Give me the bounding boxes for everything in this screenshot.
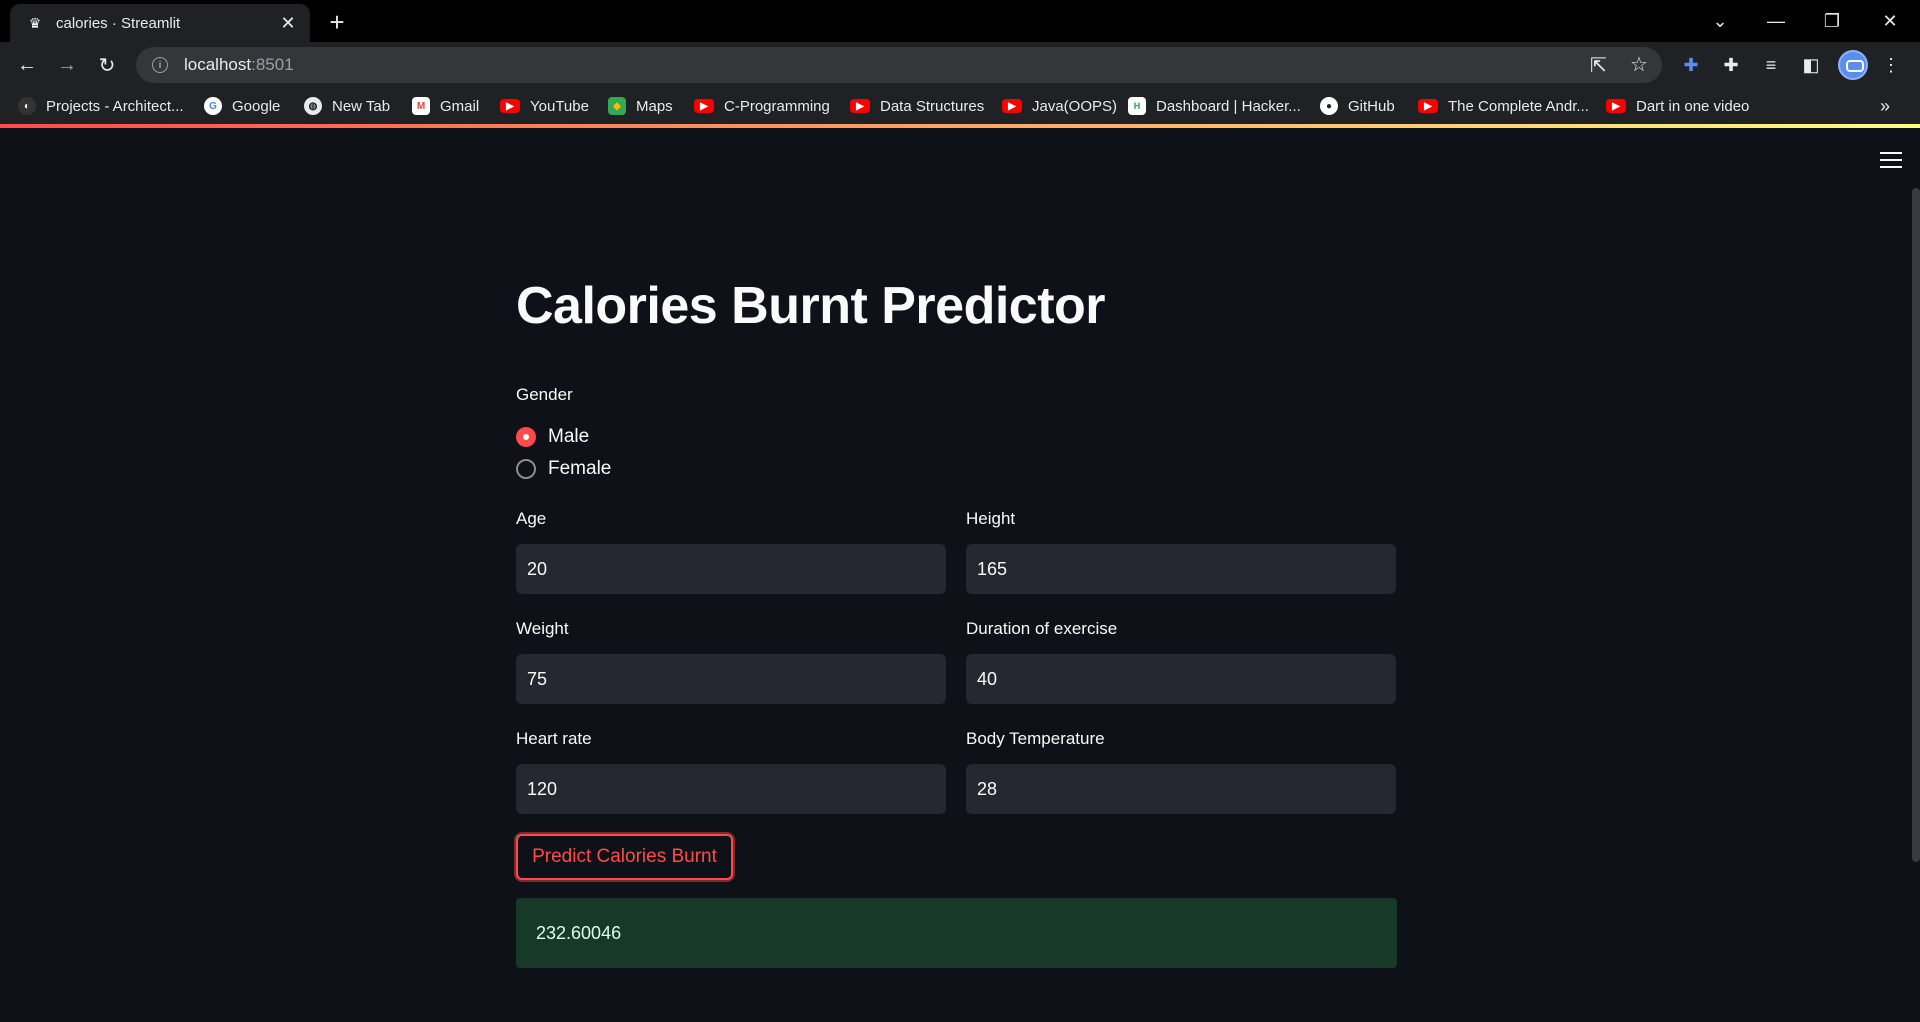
youtube-icon: ▶: [1606, 99, 1626, 113]
bookmark-item[interactable]: ◐ Projects - Architect...: [18, 88, 184, 124]
bookmark-label: Gmail: [440, 97, 480, 115]
tab-search-icon[interactable]: ⌄: [1692, 0, 1748, 42]
bookmark-item[interactable]: ▶ Java(OOPS): [1002, 88, 1117, 124]
youtube-icon: ▶: [500, 99, 520, 113]
radio-label: Male: [548, 426, 590, 447]
gender-radio-male[interactable]: Male: [516, 426, 589, 448]
bookmark-item[interactable]: ▶ Dart in one video: [1606, 88, 1749, 124]
site-info-icon[interactable]: i: [152, 57, 168, 73]
radio-checked-icon: [516, 427, 536, 447]
forward-icon[interactable]: →: [50, 48, 84, 82]
share-icon[interactable]: ⇱: [1590, 53, 1607, 78]
gmail-icon: M: [412, 97, 430, 115]
github-icon: ●: [1320, 97, 1338, 115]
extensions-icon[interactable]: ✚: [1716, 50, 1746, 80]
bookmark-label: New Tab: [332, 97, 391, 115]
hackerrank-icon: H: [1128, 97, 1146, 115]
bookmark-label: The Complete Andr...: [1448, 97, 1589, 115]
heart-rate-label: Heart rate: [516, 729, 592, 748]
bookmark-item[interactable]: G Google: [204, 88, 280, 124]
new-tab-button[interactable]: +: [323, 7, 351, 37]
bookmark-item[interactable]: ▶ Data Structures: [850, 88, 984, 124]
bookmark-label: Data Structures: [880, 97, 985, 115]
radio-unchecked-icon: [516, 459, 536, 479]
url-text: localhost:8501: [184, 55, 294, 74]
bookmark-label: Maps: [636, 97, 673, 115]
close-window-button[interactable]: ✕: [1862, 0, 1918, 42]
extension-puzzle-blue-icon[interactable]: ✚: [1676, 50, 1706, 80]
bookmark-item[interactable]: ▶ YouTube: [500, 88, 589, 124]
radio-label: Female: [548, 458, 612, 479]
side-panel-icon[interactable]: ◧: [1796, 50, 1826, 80]
media-control-icon[interactable]: ≡: [1756, 50, 1786, 80]
bookmark-item[interactable]: ▶ C-Programming: [694, 88, 830, 124]
bookmark-label: Google: [232, 97, 281, 115]
height-label: Height: [966, 509, 1016, 528]
browser-tab[interactable]: ♛ calories · Streamlit ✕: [10, 4, 310, 42]
bookmark-item[interactable]: ● GitHub: [1320, 88, 1395, 124]
architect-icon: ◐: [18, 97, 36, 115]
main-menu-icon[interactable]: [1880, 152, 1902, 170]
bookmark-item[interactable]: M Gmail: [412, 88, 479, 124]
youtube-icon: ▶: [694, 99, 714, 113]
gender-label: Gender: [516, 385, 573, 404]
address-bar[interactable]: i localhost:8501 ⇱ ☆: [136, 47, 1662, 83]
bookmark-item[interactable]: ◍ New Tab: [304, 88, 390, 124]
youtube-icon: ▶: [1002, 99, 1022, 113]
profile-avatar[interactable]: [1838, 50, 1868, 80]
duration-input[interactable]: 40: [966, 654, 1396, 704]
globe-icon: ◍: [304, 97, 322, 115]
browser-toolbar: ← → ↻ i localhost:8501 ⇱ ☆ ✚ ✚ ≡ ◧ ⋮: [0, 42, 1920, 88]
bookmark-label: GitHub: [1348, 97, 1395, 115]
bookmark-star-icon[interactable]: ☆: [1630, 52, 1648, 77]
gender-radio-female[interactable]: Female: [516, 458, 611, 480]
youtube-icon: ▶: [1418, 99, 1438, 113]
youtube-icon: ▶: [850, 99, 870, 113]
minimize-button[interactable]: —: [1748, 0, 1804, 42]
reload-icon[interactable]: ↻: [90, 48, 124, 82]
bookmark-item[interactable]: ◆ Maps: [608, 88, 673, 124]
body-temperature-input[interactable]: 28: [966, 764, 1396, 814]
bookmark-label: Java(OOPS): [1032, 97, 1118, 115]
predict-calories-button[interactable]: Predict Calories Burnt: [516, 834, 733, 880]
restore-button[interactable]: ❐: [1804, 0, 1860, 42]
bookmarks-bar: ◐ Projects - Architect... G Google ◍ New…: [0, 88, 1920, 124]
more-bookmarks-chevron[interactable]: »: [1880, 88, 1890, 124]
streamlit-app: Calories Burnt Predictor Gender Male Fem…: [0, 128, 1920, 1022]
menu-kebab-icon[interactable]: ⋮: [1876, 50, 1906, 80]
page-title: Calories Burnt Predictor: [516, 277, 1106, 335]
age-label: Age: [516, 509, 547, 528]
bookmark-item[interactable]: ▶ The Complete Andr...: [1418, 88, 1589, 124]
bookmark-label: Dart in one video: [1636, 97, 1750, 115]
height-input[interactable]: 165: [966, 544, 1396, 594]
close-tab-icon[interactable]: ✕: [278, 13, 298, 33]
browser-tab-strip: ♛ calories · Streamlit ✕ + ⌄ — ❐ ✕: [0, 0, 1920, 42]
bookmark-item[interactable]: H Dashboard | Hacker...: [1128, 88, 1301, 124]
back-icon[interactable]: ←: [10, 48, 44, 82]
bookmark-label: YouTube: [530, 97, 589, 115]
prediction-result: 232.60046: [516, 898, 1397, 968]
duration-label: Duration of exercise: [966, 619, 1118, 638]
bookmark-label: Projects - Architect...: [46, 97, 184, 115]
maps-icon: ◆: [608, 97, 626, 115]
age-input[interactable]: 20: [516, 544, 946, 594]
body-temperature-label: Body Temperature: [966, 729, 1105, 748]
bookmark-label: C-Programming: [724, 97, 830, 115]
page-scrollbar[interactable]: [1912, 188, 1920, 862]
heart-rate-input[interactable]: 120: [516, 764, 946, 814]
bookmark-label: Dashboard | Hacker...: [1156, 97, 1301, 115]
weight-label: Weight: [516, 619, 569, 638]
google-icon: G: [204, 97, 222, 115]
weight-input[interactable]: 75: [516, 654, 946, 704]
tab-title: calories · Streamlit: [56, 14, 181, 32]
streamlit-crown-icon: ♛: [28, 14, 42, 31]
